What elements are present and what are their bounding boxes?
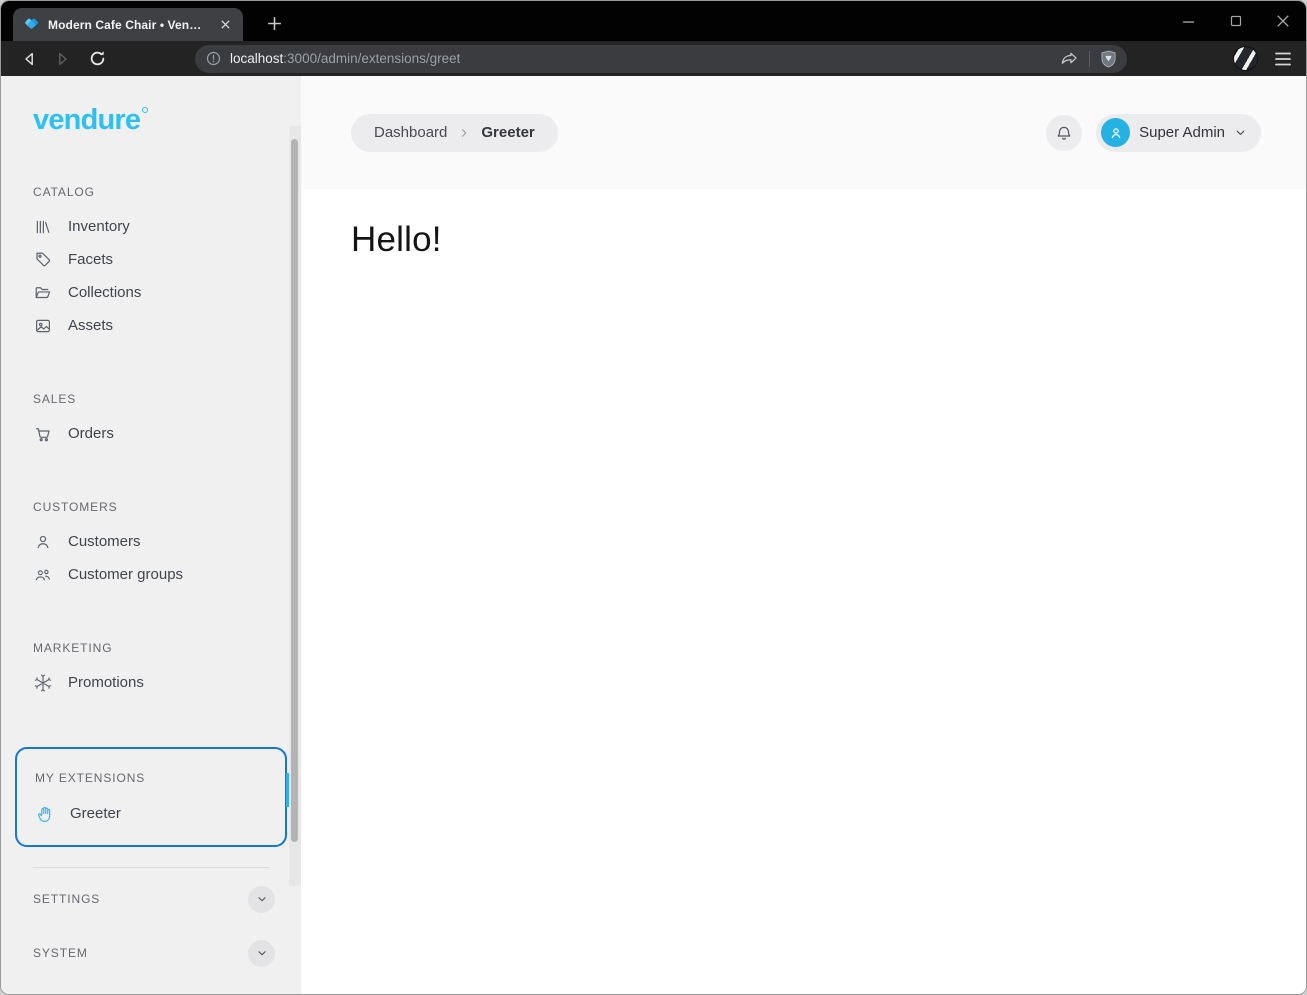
sidebar-item-customers[interactable]: Customers: [1, 525, 301, 558]
breadcrumb: Dashboard Greeter: [351, 113, 558, 152]
sidebar: vendure CATALOG Inventory Facets Collect…: [1, 76, 301, 994]
sidebar-item-facets[interactable]: Facets: [1, 243, 301, 276]
address-bar[interactable]: localhost:3000/admin/extensions/greet: [195, 44, 1127, 73]
vendure-favicon: [25, 18, 38, 29]
url-path: :3000/admin/extensions/greet: [283, 51, 461, 66]
section-label-my-extensions: MY EXTENSIONS: [35, 771, 146, 785]
omnibox-actions: [1060, 50, 1117, 68]
section-label-customers: CUSTOMERS: [33, 500, 118, 514]
active-item-indicator: [286, 773, 289, 807]
close-window-button[interactable]: [1259, 1, 1306, 41]
library-icon: [34, 218, 52, 236]
minimize-button[interactable]: [1165, 1, 1212, 41]
breadcrumb-dashboard-link[interactable]: Dashboard: [374, 124, 447, 141]
chevron-down-icon: [1234, 126, 1247, 139]
browser-tab[interactable]: Modern Cafe Chair • Vendure: [13, 8, 243, 41]
cart-icon: [34, 425, 52, 443]
vendure-logo[interactable]: vendure: [33, 106, 301, 135]
main-area: Dashboard Greeter Super Admin Hello!: [301, 76, 1306, 994]
page-title: Hello!: [351, 220, 442, 259]
hand-icon: [36, 805, 54, 823]
sidebar-item-label: Collections: [68, 284, 142, 301]
folder-open-icon: [34, 284, 52, 302]
sidebar-item-label: Facets: [68, 251, 114, 268]
browser-menu-icon[interactable]: [1274, 51, 1292, 67]
forward-button[interactable]: [49, 45, 77, 73]
sidebar-scrollbar-track[interactable]: [289, 126, 301, 886]
main-header: Dashboard Greeter Super Admin: [301, 76, 1306, 189]
vendure-admin-app: vendure CATALOG Inventory Facets Collect…: [1, 76, 1306, 994]
sidebar-item-greeter[interactable]: Greeter: [17, 797, 285, 830]
bell-icon: [1055, 124, 1073, 142]
brave-shield-icon[interactable]: [1100, 50, 1117, 68]
separator: [1089, 50, 1090, 67]
sidebar-item-label: Customers: [68, 533, 141, 550]
sidebar-item-promotions[interactable]: Promotions: [1, 666, 301, 699]
refresh-button[interactable]: [83, 45, 111, 73]
browser-toolbar: localhost:3000/admin/extensions/greet: [1, 41, 1306, 76]
user-menu-button[interactable]: Super Admin: [1096, 113, 1261, 152]
browser-window: Modern Cafe Chair • Vendure localhost:30…: [0, 0, 1307, 995]
tab-title: Modern Cafe Chair • Vendure: [48, 17, 208, 32]
section-label-settings: SETTINGS: [33, 892, 101, 906]
sidebar-item-assets[interactable]: Assets: [1, 309, 301, 342]
url-host: localhost: [230, 51, 284, 66]
my-extensions-highlight-box: MY EXTENSIONS Greeter: [15, 747, 287, 847]
maximize-button[interactable]: [1212, 1, 1259, 41]
url-text: localhost:3000/admin/extensions/greet: [230, 51, 460, 66]
chevron-down-icon: [256, 947, 268, 959]
back-button[interactable]: [15, 45, 43, 73]
user-name: Super Admin: [1139, 124, 1225, 141]
sidebar-divider: [33, 867, 269, 868]
system-expand-button[interactable]: [248, 939, 275, 967]
snowflake-icon: [34, 673, 52, 692]
page-content: Hello!: [301, 189, 1306, 994]
section-label-catalog: CATALOG: [33, 185, 95, 199]
notifications-button[interactable]: [1046, 114, 1083, 151]
sidebar-item-label: Customer groups: [68, 566, 184, 583]
vendure-logo-text: vendure: [33, 104, 141, 136]
tag-icon: [34, 251, 52, 269]
sidebar-item-label: Inventory: [68, 218, 130, 235]
sidebar-scrollbar-thumb[interactable]: [291, 139, 298, 842]
chevron-down-icon: [256, 893, 268, 905]
sidebar-section-customers: CUSTOMERS Customers Customer groups: [1, 500, 301, 591]
image-icon: [34, 317, 52, 335]
section-label-system: SYSTEM: [33, 946, 88, 960]
sidebar-section-sales: SALES Orders: [1, 392, 301, 450]
section-label-marketing: MARKETING: [33, 641, 113, 655]
sidebar-item-label: Greeter: [70, 805, 121, 822]
sidebar-section-settings-toggle[interactable]: SETTINGS: [1, 876, 301, 922]
sidebar-item-inventory[interactable]: Inventory: [1, 210, 301, 243]
sidebar-item-collections[interactable]: Collections: [1, 276, 301, 309]
chevron-right-icon: [458, 127, 470, 139]
sidebar-item-label: Orders: [68, 425, 114, 442]
sidebar-item-label: Promotions: [68, 674, 144, 691]
sidebar-item-orders[interactable]: Orders: [1, 417, 301, 450]
sidebar-section-marketing: MARKETING Promotions: [1, 641, 301, 699]
breadcrumb-current: Greeter: [481, 124, 535, 141]
site-info-icon[interactable]: [206, 51, 221, 66]
sidebar-section-catalog: CATALOG Inventory Facets Collections Ass…: [1, 185, 301, 342]
browser-titlebar: Modern Cafe Chair • Vendure: [1, 1, 1306, 41]
sidebar-item-customer-groups[interactable]: Customer groups: [1, 558, 301, 591]
new-tab-button[interactable]: [259, 8, 289, 38]
section-label-sales: SALES: [33, 392, 77, 406]
header-actions: Super Admin: [1046, 113, 1261, 152]
vendure-logo-mark: [142, 107, 149, 113]
user-icon: [34, 533, 52, 551]
users-icon: [34, 566, 52, 584]
settings-expand-button[interactable]: [248, 885, 275, 913]
sidebar-item-label: Assets: [68, 317, 114, 334]
share-icon[interactable]: [1060, 50, 1079, 67]
tab-close-icon[interactable]: [216, 16, 234, 34]
sidebar-section-system-toggle[interactable]: SYSTEM: [1, 930, 301, 976]
browser-profile-avatar[interactable]: [1233, 46, 1258, 71]
toolbar-right: [1233, 46, 1292, 71]
window-controls: [1165, 1, 1306, 41]
user-avatar: [1101, 118, 1131, 147]
